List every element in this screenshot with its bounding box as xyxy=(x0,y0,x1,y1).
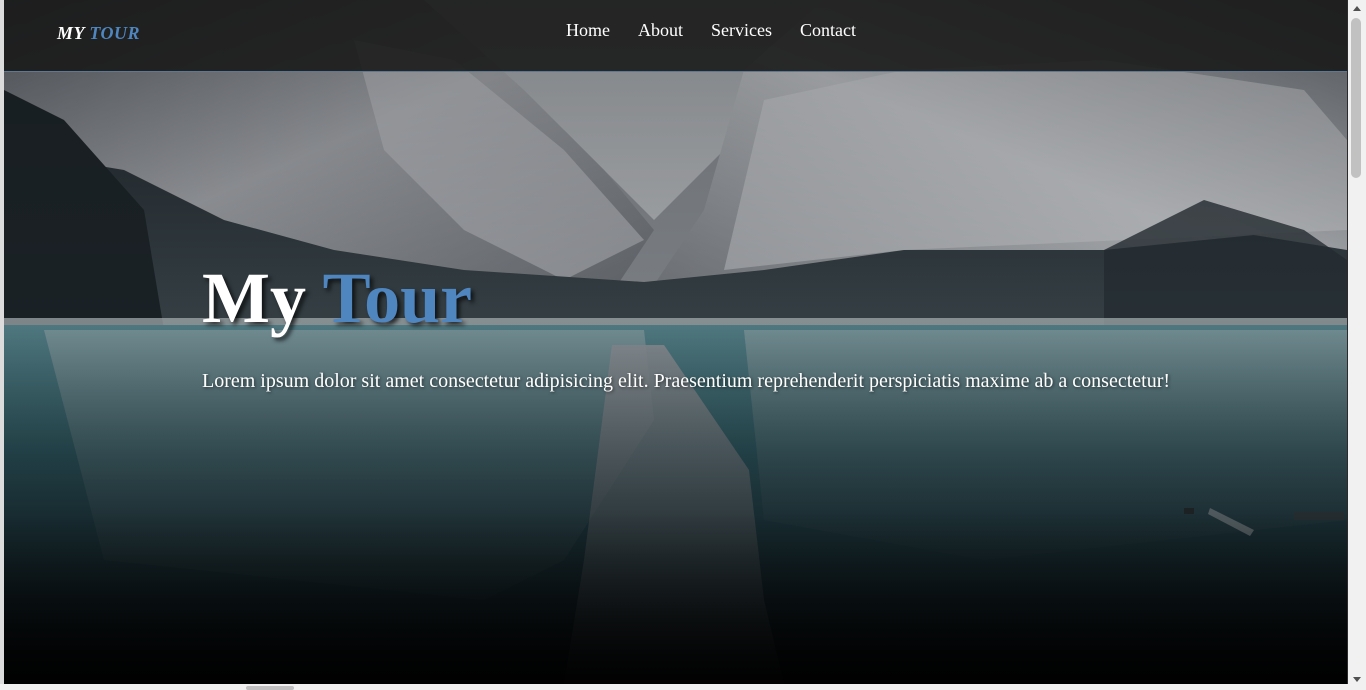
hero-title-main: My xyxy=(202,258,306,338)
hero-description: Lorem ipsum dolor sit amet consectetur a… xyxy=(202,370,1171,392)
brand-main: MY xyxy=(57,23,85,43)
scroll-up-arrow-icon[interactable] xyxy=(1353,6,1361,11)
nav-link-about[interactable]: About xyxy=(638,20,683,41)
vertical-scrollbar[interactable] xyxy=(1348,0,1366,690)
hero-overlay xyxy=(4,0,1347,684)
horizontal-scrollbar[interactable] xyxy=(0,684,1348,690)
brand-logo[interactable]: MY TOUR xyxy=(57,23,140,44)
vertical-scroll-thumb[interactable] xyxy=(1351,18,1361,178)
navbar: MY TOUR Home About Services Contact xyxy=(4,0,1347,72)
nav-link-home[interactable]: Home xyxy=(566,20,610,41)
hero-title-accent: Tour xyxy=(322,258,473,338)
horizontal-scroll-thumb[interactable] xyxy=(246,686,294,690)
scroll-down-arrow-icon[interactable] xyxy=(1353,677,1361,682)
nav-links: Home About Services Contact xyxy=(566,20,884,41)
browser-viewport: MY TOUR Home About Services Contact My T… xyxy=(0,0,1366,690)
page: MY TOUR Home About Services Contact My T… xyxy=(4,0,1347,684)
brand-accent: TOUR xyxy=(89,23,141,43)
nav-link-services[interactable]: Services xyxy=(711,20,772,41)
hero-title: My Tour xyxy=(202,262,472,334)
nav-link-contact[interactable]: Contact xyxy=(800,20,856,41)
